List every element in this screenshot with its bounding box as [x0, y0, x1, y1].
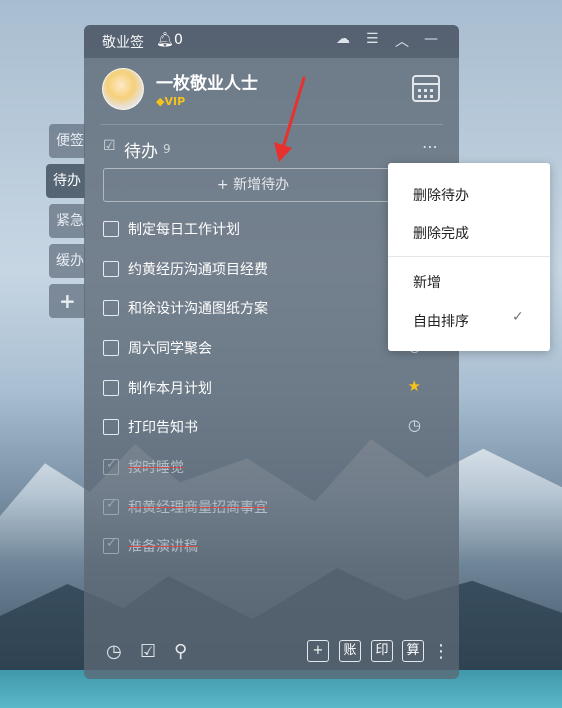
todo-checkbox[interactable]: [103, 300, 119, 316]
bottom-toolbar: ◷ ☑ ⚲ + 账 印 算 ⋮: [84, 635, 459, 671]
username[interactable]: 一枚敬业人士: [156, 69, 258, 94]
menu-free-sort[interactable]: 自由排序: [413, 311, 469, 331]
todo-checkbox[interactable]: [103, 419, 119, 435]
add-todo-button[interactable]: + 新增待办: [103, 168, 403, 202]
todo-text: 打印告知书: [128, 420, 198, 436]
side-tab-todo[interactable]: 待办: [46, 164, 85, 198]
side-tab-urgent[interactable]: 紧急: [49, 204, 85, 238]
avatar[interactable]: [102, 68, 144, 110]
todo-checkbox-checked[interactable]: [103, 457, 119, 475]
todo-text: 制作本月计划: [128, 381, 212, 397]
todo-item-done[interactable]: 准备演讲稿: [103, 535, 443, 559]
todo-text: 约黄经历沟通项目经费: [128, 262, 268, 278]
add-icon[interactable]: +: [307, 640, 329, 662]
todo-checkbox[interactable]: [103, 340, 119, 356]
bell-icon[interactable]: 🔔︎: [156, 32, 174, 48]
todo-checkbox[interactable]: [103, 221, 119, 237]
print-button[interactable]: 印: [371, 640, 393, 662]
app-name: 敬业签: [102, 35, 144, 51]
section-title: 待办: [124, 142, 158, 162]
annotation-arrow: [274, 76, 306, 162]
todo-item-done[interactable]: 和黄经理商量招商事宜: [103, 496, 443, 520]
minimize-icon[interactable]: —: [424, 31, 438, 47]
side-tab-deferred[interactable]: 缓办: [49, 244, 85, 278]
menu-delete-done[interactable]: 删除完成: [413, 223, 469, 243]
todo-section-icon: ☑: [103, 138, 116, 154]
menu-delete-todo[interactable]: 删除待办: [413, 185, 469, 205]
todo-text: 准备演讲稿: [128, 539, 198, 555]
more-options-icon[interactable]: ⋯: [422, 137, 438, 156]
todo-item-done[interactable]: 按时睡觉: [103, 456, 443, 480]
menu-add[interactable]: 新增: [413, 272, 441, 292]
todo-checkbox-checked[interactable]: [103, 497, 119, 515]
todo-item[interactable]: 制作本月计划 ★: [103, 377, 443, 401]
cloud-sync-icon[interactable]: ☁: [336, 31, 350, 47]
clock-icon[interactable]: ◷: [408, 416, 421, 434]
todo-text: 和徐设计沟通图纸方案: [128, 301, 268, 317]
todo-text: 周六同学聚会: [128, 341, 212, 357]
calendar-icon[interactable]: [412, 75, 440, 102]
todo-checkbox[interactable]: [103, 380, 119, 396]
search-icon[interactable]: ⚲: [174, 641, 187, 662]
todo-count: 9: [163, 142, 171, 156]
menu-icon[interactable]: ☰: [366, 31, 379, 47]
star-icon[interactable]: ★: [408, 377, 421, 395]
todo-checkbox-checked[interactable]: [103, 536, 119, 554]
context-menu: 删除待办 删除完成 新增 自由排序 ✓: [388, 163, 550, 351]
todo-item[interactable]: 打印告知书 ◷: [103, 416, 443, 440]
checkmark-icon: ✓: [512, 309, 524, 325]
history-clock-icon[interactable]: ◷: [106, 641, 122, 662]
vip-badge: ◆VIP: [156, 95, 186, 108]
todo-checkbox[interactable]: [103, 261, 119, 277]
menu-divider: [388, 256, 550, 257]
side-tab-memo[interactable]: 便签: [49, 124, 85, 158]
todo-text: 按时睡觉: [128, 460, 184, 476]
todo-text: 和黄经理商量招商事宜: [128, 500, 268, 516]
add-tab-button[interactable]: +: [49, 284, 85, 318]
title-bar[interactable]: 敬业签 🔔︎ 0 ☁ ☰ ︿ —: [84, 25, 459, 58]
more-vertical-icon[interactable]: ⋮: [432, 641, 450, 662]
notification-count[interactable]: 0: [174, 32, 183, 48]
calculator-button[interactable]: 算: [402, 640, 424, 662]
checklist-icon[interactable]: ☑: [140, 641, 156, 662]
todo-text: 制定每日工作计划: [128, 222, 240, 238]
collapse-icon[interactable]: ︿: [395, 31, 409, 51]
ledger-button[interactable]: 账: [339, 640, 361, 662]
